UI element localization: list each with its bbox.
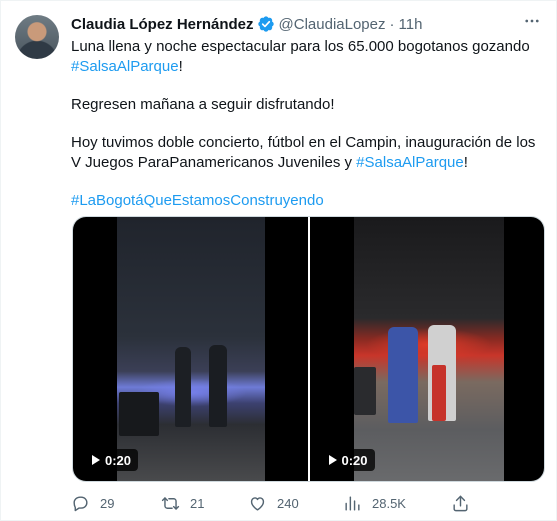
retweet-icon	[161, 496, 180, 510]
views-count: 28.5K	[372, 495, 406, 511]
tweet-text-line1: Luna llena y noche espectacular para los…	[71, 38, 530, 55]
share-icon	[453, 495, 468, 511]
tweet-paragraph-1: Luna llena y noche espectacular para los…	[71, 37, 545, 77]
reply-icon	[73, 495, 88, 511]
tweet-paragraph-2: Regresen mañana a seguir disfrutando!	[71, 96, 335, 113]
tweet-header: Claudia López Hernández @ClaudiaLopez · …	[71, 14, 422, 34]
video-1[interactable]: 0:20	[73, 217, 308, 481]
reply-count: 29	[100, 495, 115, 511]
media-grid: 0:20 0:20	[72, 216, 545, 482]
hashtag-salsaalparque-2[interactable]: #SalsaAlParque	[356, 154, 464, 171]
separator-dot: ·	[389, 15, 395, 33]
tweet-text-line1-end: !	[178, 58, 183, 75]
like-icon	[250, 496, 265, 511]
play-icon	[92, 455, 100, 465]
tweet-text-line3-end: !	[463, 154, 468, 171]
video-2-thumbnail	[353, 217, 504, 481]
tweet-paragraph-3: Hoy tuvimos doble concierto, fútbol en e…	[71, 133, 545, 173]
action-bar: 29 21 240 28.5K	[71, 492, 481, 514]
like-button[interactable]: 240	[248, 492, 299, 514]
video-2[interactable]: 0:20	[309, 217, 544, 481]
retweet-button[interactable]: 21	[161, 492, 204, 514]
author-handle[interactable]: @ClaudiaLopez	[279, 16, 386, 33]
author-name[interactable]: Claudia López Hernández	[71, 16, 254, 33]
video-1-duration: 0:20	[105, 452, 132, 468]
video-2-duration-badge: 0:20	[321, 449, 375, 471]
like-count: 240	[277, 495, 299, 511]
retweet-count: 21	[190, 495, 205, 511]
share-button[interactable]	[451, 492, 470, 514]
views-icon	[345, 495, 360, 511]
hashtag-salsaalparque[interactable]: #SalsaAlParque	[71, 58, 179, 75]
avatar[interactable]	[15, 15, 59, 59]
verified-icon	[257, 16, 274, 32]
tweet-text: Luna llena y noche espectacular para los…	[71, 37, 545, 211]
reply-button[interactable]: 29	[71, 492, 114, 514]
tweet-paragraph-4: #LaBogotáQueEstamosConstruyendo	[71, 191, 545, 211]
tweet-card[interactable]: Claudia López Hernández @ClaudiaLopez · …	[0, 0, 557, 521]
views-button[interactable]: 28.5K	[343, 492, 406, 514]
more-icon[interactable]	[522, 11, 542, 31]
video-1-thumbnail	[117, 217, 265, 481]
video-1-duration-badge: 0:20	[85, 449, 139, 471]
play-icon	[328, 455, 337, 465]
timestamp[interactable]: 11h	[399, 16, 423, 33]
hashtag-labogota[interactable]: #LaBogotáQueEstamosConstruyendo	[71, 192, 324, 209]
video-2-duration: 0:20	[341, 452, 368, 468]
